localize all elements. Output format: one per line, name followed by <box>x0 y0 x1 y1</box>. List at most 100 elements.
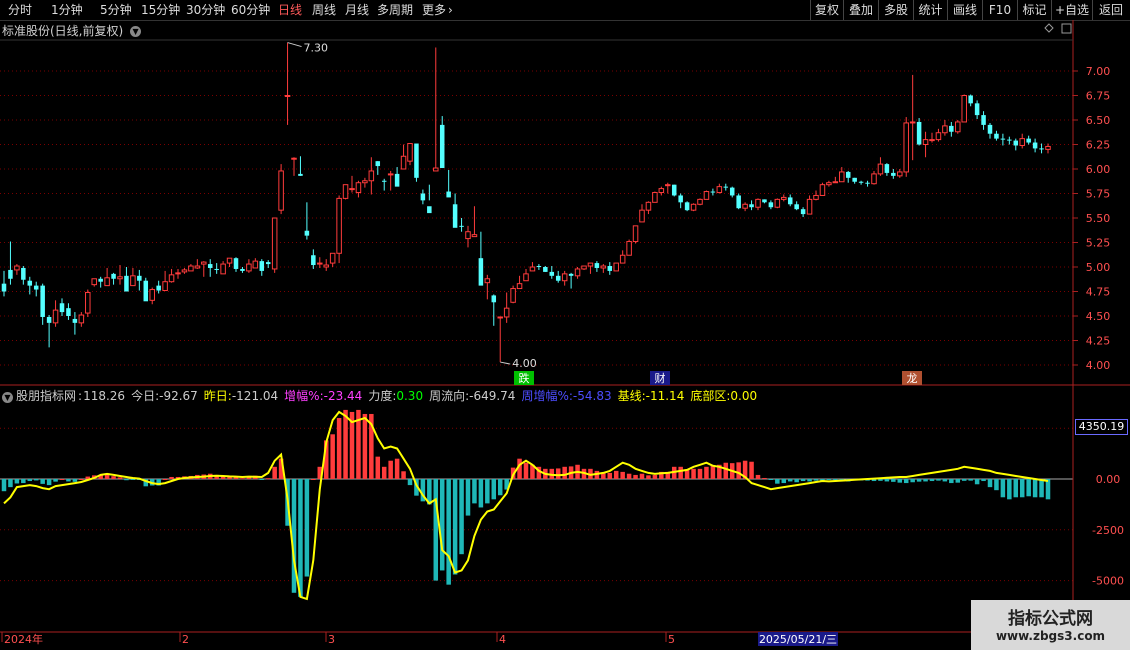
kline-chart: 7.00 6.75 6.50 6.25 6.00 5.75 5.50 5.25 5.00 4.75… <box>0 20 1130 650</box>
candle-body-up <box>188 265 194 272</box>
indicator-bar <box>626 473 632 479</box>
indicator-bar <box>124 479 129 481</box>
candle-body-up <box>85 291 91 314</box>
indicator-bars <box>1 409 1051 597</box>
candle-body-down <box>684 202 690 211</box>
candle-body-down <box>794 204 799 210</box>
indicator-bar <box>968 479 973 481</box>
indicator-bar <box>575 464 580 479</box>
candle-body-down <box>536 266 542 268</box>
candle-body-up <box>201 261 207 265</box>
candle-body-down <box>981 115 986 125</box>
statistics-button[interactable]: 统计 <box>913 0 947 20</box>
restore-rights-button[interactable]: 复权 <box>810 0 843 20</box>
date-label: 3 <box>328 633 335 646</box>
indicator-bar <box>407 479 413 486</box>
weekly-increase-label: 周增幅%: <box>521 389 573 403</box>
indicator-bar <box>388 460 393 479</box>
indicator-bar <box>201 474 207 479</box>
indicator-bar <box>607 472 613 479</box>
candle-body-up <box>897 171 903 177</box>
price-tick-label: 6.00 <box>1086 163 1111 176</box>
draw-line-button[interactable]: 画线 <box>947 0 982 20</box>
period-tab-fenshi[interactable]: 分时 <box>8 2 32 18</box>
candle-body-up <box>329 252 336 264</box>
indicator-bar <box>149 479 155 486</box>
indicator-bar <box>807 479 812 482</box>
indicator-bar <box>21 479 26 484</box>
indicator-bar <box>66 479 71 482</box>
period-tab-weekly[interactable]: 周线 <box>312 2 336 18</box>
indicator-bar <box>240 478 245 480</box>
candle-body-up <box>355 182 362 194</box>
settings-icon[interactable]: ▼ <box>2 392 13 403</box>
marker-badge <box>902 371 922 385</box>
back-button[interactable]: 返回 <box>1092 0 1129 20</box>
candle-body-down <box>72 318 78 323</box>
period-tab-60min[interactable]: 60分钟 <box>231 2 270 18</box>
yesterday-label: 昨日: <box>203 389 232 403</box>
period-tab-1min[interactable]: 1分钟 <box>51 2 83 18</box>
indicator-bar <box>994 479 999 491</box>
indicator-bar <box>175 476 181 479</box>
indicator-bar <box>897 479 903 483</box>
period-tab-monthly[interactable]: 月线 <box>345 2 369 18</box>
candle-body-up <box>503 307 510 318</box>
candle-body-down <box>749 204 754 208</box>
candle-body-up <box>368 170 375 182</box>
indicator-bar <box>427 479 432 505</box>
indicator-bar <box>768 479 774 480</box>
indicator-bar <box>53 479 58 482</box>
candle-body-down <box>858 181 864 183</box>
candle-body-down <box>555 275 561 281</box>
candle-body-up <box>781 196 787 200</box>
indicator-bar <box>891 479 896 482</box>
weekly-flow-label: 周流向: <box>429 389 470 403</box>
candle-body-down <box>729 187 735 196</box>
candle-body-down <box>240 268 245 271</box>
indicator-bar <box>549 468 555 479</box>
indicator-bar <box>33 479 39 481</box>
candle-body-up <box>613 262 619 272</box>
baseline-label: 基线: <box>617 389 646 403</box>
indicator-bar <box>543 468 548 479</box>
candle-body-down <box>710 191 716 193</box>
candle-body-up <box>819 184 826 196</box>
indicator-bar <box>246 476 252 479</box>
low-pointer <box>500 361 511 365</box>
candle-body-up <box>317 262 323 265</box>
yesterday-value: -121.04 <box>231 389 279 403</box>
f10-button[interactable]: F10 <box>982 0 1017 20</box>
indicator-bar <box>156 479 161 486</box>
period-tab-15min[interactable]: 15分钟 <box>141 2 180 18</box>
period-tab-5min[interactable]: 5分钟 <box>100 2 132 18</box>
indicator-bar <box>910 479 915 483</box>
indicator-bar <box>659 471 664 479</box>
period-tab-more[interactable]: 更多 <box>422 2 446 18</box>
price-tick-label: 5.25 <box>1086 237 1111 250</box>
indicator-bar <box>169 476 174 479</box>
overlay-button[interactable]: 叠加 <box>843 0 878 20</box>
candle-body-down <box>304 230 310 236</box>
indicator-bar <box>265 478 271 480</box>
period-tab-30min[interactable]: 30分钟 <box>186 2 225 18</box>
candle-body-up <box>510 288 516 303</box>
indicator-bar <box>381 466 387 479</box>
candle-body-up <box>942 125 948 134</box>
period-tab-multi[interactable]: 多周期 <box>377 2 413 18</box>
chevron-down-icon[interactable]: ▼ <box>130 26 142 37</box>
mark-button[interactable]: 标记 <box>1017 0 1051 20</box>
candle-body-up <box>336 197 342 254</box>
candle-body-up <box>1019 138 1025 146</box>
add-watchlist-button[interactable]: +自选 <box>1051 0 1092 20</box>
indicator-bar <box>98 475 103 479</box>
bottom-zone-value: 0.00 <box>730 389 758 403</box>
candle-body-up <box>935 132 942 141</box>
multi-stock-button[interactable]: 多股 <box>878 0 913 20</box>
indicator-bar <box>182 476 187 479</box>
indicator-bar <box>858 479 864 481</box>
chevron-right-icon[interactable]: › <box>448 2 453 18</box>
marker-badge <box>650 371 670 385</box>
indicator-bar <box>800 479 806 482</box>
period-tab-daily[interactable]: 日线 <box>278 2 302 18</box>
